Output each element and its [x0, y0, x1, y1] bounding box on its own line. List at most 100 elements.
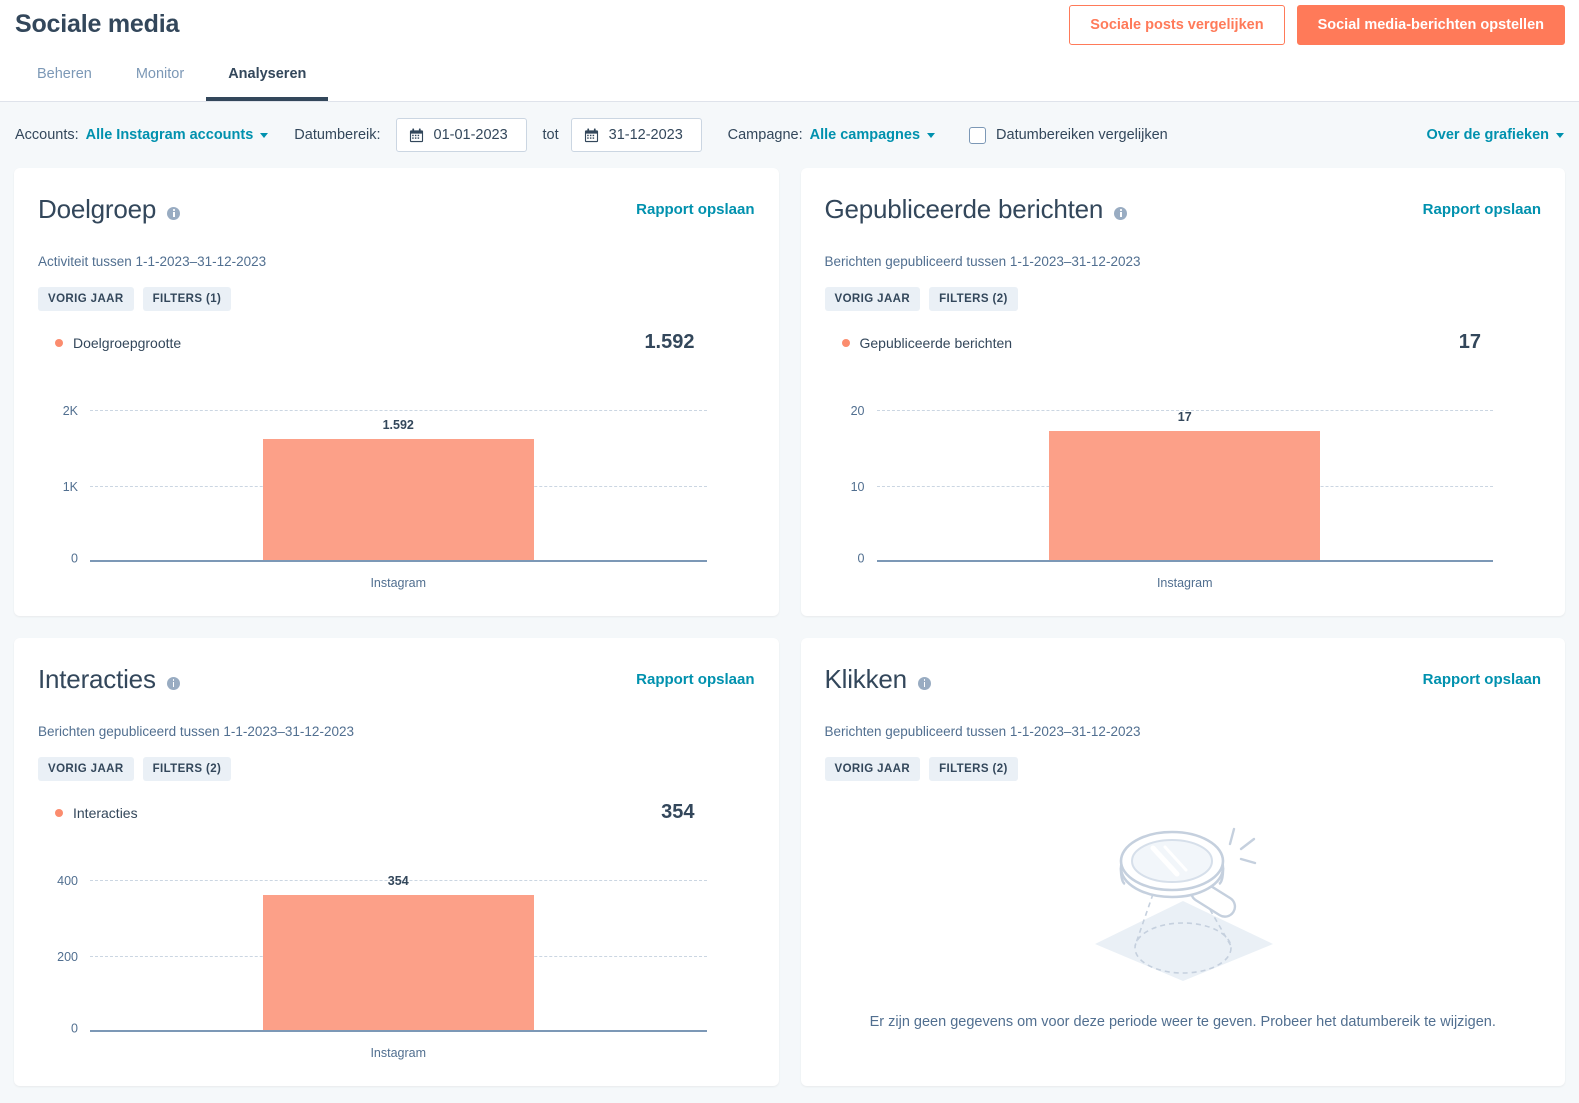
badge-filters[interactable]: FILTERS (2) — [929, 757, 1018, 781]
empty-state-message: Er zijn geen gegevens om voor deze perio… — [869, 1014, 1496, 1030]
calendar-icon — [409, 127, 424, 143]
empty-state: Er zijn geen gegevens om voor deze perio… — [801, 798, 1566, 1086]
legend-total-value: 354 — [661, 801, 695, 823]
bar-instagram[interactable]: 1.592 — [262, 418, 534, 560]
legend-row: Gepubliceerde berichten 17 — [825, 331, 1542, 354]
legend-dot-icon — [55, 338, 63, 347]
create-social-post-button[interactable]: Social media-berichten opstellen — [1296, 5, 1565, 45]
date-range-filter: Datumbereik: 01-01-2023 tot 31-12-2023 — [294, 118, 702, 152]
date-to-input[interactable]: 31-12-2023 — [570, 118, 702, 152]
compare-date-ranges-checkbox[interactable] — [969, 126, 987, 144]
chevron-down-icon[interactable] — [260, 132, 269, 138]
card-title: Doelgroep — [38, 194, 157, 224]
legend-label: Doelgroepgrootte — [73, 334, 182, 351]
analytics-card-grid: Doelgroep Rapport opslaan Activiteit tus… — [0, 168, 1579, 1086]
x-axis-category-label: Instagram — [370, 576, 427, 590]
about-charts-dropdown[interactable]: Over de grafieken — [1426, 127, 1564, 143]
card-badges: VORIG JAAR FILTERS (2) — [38, 757, 755, 781]
info-icon[interactable] — [1114, 207, 1128, 220]
bar-value-label: 354 — [387, 874, 409, 889]
badge-previous-year[interactable]: VORIG JAAR — [38, 757, 134, 781]
x-axis-line: 0 — [71, 552, 707, 566]
legend-row: Doelgroepgrootte 1.592 — [38, 331, 755, 354]
compare-date-ranges-label: Datumbereiken vergelijken — [996, 127, 1168, 143]
card-subtitle: Berichten gepubliceerd tussen 1-1-2023–3… — [824, 254, 1141, 269]
compare-social-posts-button[interactable]: Sociale posts vergelijken — [1069, 5, 1285, 45]
campaign-filter-label: Campagne: — [727, 127, 803, 143]
y-tick-label: 200 — [57, 950, 78, 964]
tab-monitor[interactable]: Monitor — [114, 52, 206, 101]
top-bar: Sociale media Sociale posts vergelijken … — [0, 0, 1579, 102]
bar-instagram[interactable]: 17 — [1049, 410, 1321, 560]
bar-instagram[interactable]: 354 — [262, 874, 534, 1030]
date-from-value: 01-01-2023 — [433, 127, 508, 143]
badge-previous-year[interactable]: VORIG JAAR — [824, 287, 921, 311]
card-klikken: Klikken Rapport opslaan Berichten gepubl… — [800, 638, 1566, 1086]
card-title-wrap: Interacties — [38, 664, 180, 695]
legend-total-value: 1.592 — [644, 331, 695, 353]
date-range-label: Datumbereik: — [294, 127, 381, 143]
card-title: Klikken — [824, 664, 908, 694]
legend-row: Interacties 354 — [38, 801, 755, 824]
y-tick-label: 20 — [850, 404, 865, 418]
accounts-filter-value[interactable]: Alle Instagram accounts — [86, 127, 254, 143]
save-report-link[interactable]: Rapport opslaan — [636, 671, 754, 688]
info-icon[interactable] — [917, 677, 931, 690]
chevron-down-icon[interactable] — [1556, 132, 1564, 138]
about-charts-label: Over de grafieken — [1426, 127, 1550, 143]
info-icon[interactable] — [167, 207, 181, 220]
page-title: Sociale media — [15, 10, 180, 38]
y-tick-label: 0 — [857, 551, 865, 566]
accounts-filter-label: Accounts: — [15, 127, 79, 143]
card-badges: VORIG JAAR FILTERS (2) — [824, 287, 1542, 311]
card-interacties: Interacties Rapport opslaan Berichten ge… — [14, 638, 779, 1086]
tab-beheren[interactable]: Beheren — [15, 52, 114, 101]
chart-plot-area: 400 200 0 354 — [57, 874, 707, 1036]
info-icon[interactable] — [166, 677, 180, 690]
save-report-link[interactable]: Rapport opslaan — [1423, 671, 1541, 688]
legend-label: Gepubliceerde berichten — [859, 334, 1013, 351]
top-bar-actions: Sociale posts vergelijken Social media-b… — [1069, 5, 1565, 45]
bar-value-label: 17 — [1177, 409, 1192, 424]
card-title: Gepubliceerde berichten — [824, 194, 1104, 224]
card-title-wrap: Gepubliceerde berichten — [825, 194, 1128, 225]
y-tick-label: 10 — [850, 480, 865, 494]
card-header: Interacties Rapport opslaan — [38, 664, 755, 695]
legend-item: Interacties — [55, 805, 138, 821]
date-to-value: 31-12-2023 — [608, 127, 683, 143]
tab-analyseren[interactable]: Analyseren — [206, 52, 329, 101]
y-tick-label: 2K — [62, 404, 78, 418]
chart-plot-area: 20 10 0 17 — [851, 404, 1493, 566]
card-title: Interacties — [38, 664, 156, 694]
card-header: Doelgroep Rapport opslaan — [38, 194, 755, 225]
card-header: Klikken Rapport opslaan — [825, 664, 1542, 695]
card-title-wrap: Doelgroep — [38, 194, 181, 225]
compare-date-ranges-group[interactable]: Datumbereiken vergelijken — [969, 126, 1168, 144]
chevron-down-icon[interactable] — [927, 132, 936, 138]
badge-filters[interactable]: FILTERS (2) — [142, 757, 232, 781]
magnifier-empty-illustration-icon — [1073, 806, 1293, 986]
filter-bar: Accounts: Alle Instagram accounts Datumb… — [0, 102, 1579, 168]
x-axis-category-label: Instagram — [370, 1046, 427, 1060]
card-title-wrap: Klikken — [825, 664, 931, 695]
y-tick-label: 0 — [71, 551, 78, 566]
legend-item: Doelgroepgrootte — [55, 335, 181, 351]
legend-dot-icon — [841, 338, 850, 347]
accounts-filter: Accounts: Alle Instagram accounts — [15, 127, 269, 143]
x-axis-category-label: Instagram — [1156, 576, 1213, 590]
card-gepubliceerde-berichten: Gepubliceerde berichten Rapport opslaan … — [800, 168, 1565, 616]
chart-gepubliceerde-berichten: 20 10 0 17 Instagram — [825, 404, 1542, 590]
gridline: 2K — [63, 404, 707, 418]
date-from-input[interactable]: 01-01-2023 — [395, 118, 527, 152]
chart-plot-area: 2K 1K 0 1.592 — [63, 404, 707, 566]
badge-previous-year[interactable]: VORIG JAAR — [824, 757, 921, 781]
bar-value-label: 1.592 — [382, 418, 414, 433]
badge-previous-year[interactable]: VORIG JAAR — [38, 287, 134, 311]
campaign-filter-value[interactable]: Alle campagnes — [810, 127, 920, 143]
badge-filters[interactable]: FILTERS (2) — [929, 287, 1018, 311]
save-report-link[interactable]: Rapport opslaan — [636, 201, 754, 218]
date-range-separator: tot — [542, 127, 559, 143]
save-report-link[interactable]: Rapport opslaan — [1423, 201, 1541, 218]
card-badges: VORIG JAAR FILTERS (2) — [824, 757, 1542, 781]
badge-filters[interactable]: FILTERS (1) — [142, 287, 232, 311]
